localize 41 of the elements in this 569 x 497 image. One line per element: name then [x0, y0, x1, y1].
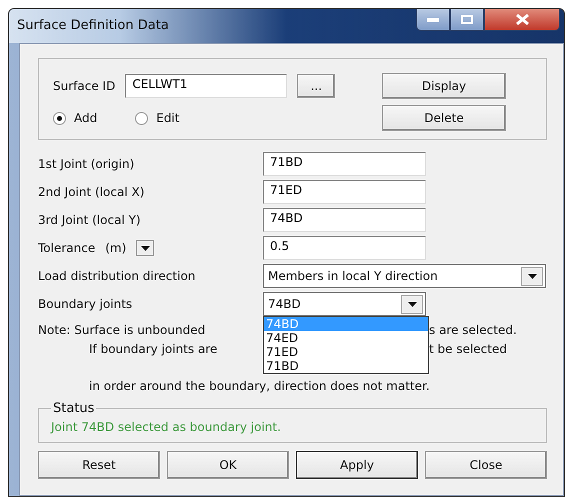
note-text: s are selected.	[429, 322, 518, 336]
joint-field[interactable]: 71BD	[263, 152, 426, 176]
unit-dropdown-button[interactable]	[136, 240, 154, 256]
note-text: If boundary joints are	[88, 342, 218, 356]
close-button[interactable]	[484, 9, 560, 31]
caret-icon	[408, 302, 416, 306]
unit-label: (m)	[105, 241, 126, 255]
note-text: in order around the boundary, direction does not matter.	[88, 378, 430, 392]
note-text: Note: Surface is unbounded	[38, 322, 206, 336]
field-label: Tolerance	[38, 241, 96, 255]
minimize-button[interactable]	[416, 9, 450, 31]
field-label: Surface ID	[53, 79, 116, 93]
dialog-button[interactable]: Close	[425, 451, 547, 479]
field-label: 1st Joint (origin)	[38, 157, 136, 171]
status-message: Joint 74BD selected as boundary joint.	[51, 420, 281, 434]
maximize-icon	[461, 15, 473, 24]
field-label: 3rd Joint (local Y)	[38, 213, 142, 227]
field-label: 2nd Joint (local X)	[38, 185, 146, 199]
browse-button[interactable]: ...	[297, 74, 336, 98]
dialog-button[interactable]: Apply	[296, 451, 418, 479]
field-label: Load distribution direction	[38, 269, 196, 283]
mode-radio[interactable]: Edit	[135, 111, 180, 125]
joint-field[interactable]: 74BD	[263, 208, 426, 232]
maximize-button[interactable]	[450, 9, 484, 31]
caret-icon	[140, 246, 150, 250]
mode-radio[interactable]: Add	[53, 111, 98, 125]
surface-id-field[interactable]: CELLWT1	[125, 74, 288, 98]
joint-field[interactable]: 71ED	[263, 180, 426, 204]
delete-button[interactable]: Delete	[382, 105, 506, 131]
field-label: Boundary joints	[38, 297, 134, 311]
window-title: Surface Definition Data	[17, 18, 169, 33]
caret-icon	[528, 274, 536, 278]
status-title: Status	[52, 401, 96, 416]
note-text: t be selected	[429, 342, 508, 356]
tolerance-field[interactable]: 0.5	[263, 236, 426, 260]
dialog-button[interactable]: OK	[167, 451, 289, 479]
dialog-button[interactable]: Reset	[38, 451, 160, 479]
close-icon	[516, 14, 528, 25]
minimize-icon	[427, 18, 439, 22]
direction-dropdown[interactable]: Members in local Y direction	[263, 264, 546, 288]
display-button[interactable]: Display	[382, 73, 506, 99]
